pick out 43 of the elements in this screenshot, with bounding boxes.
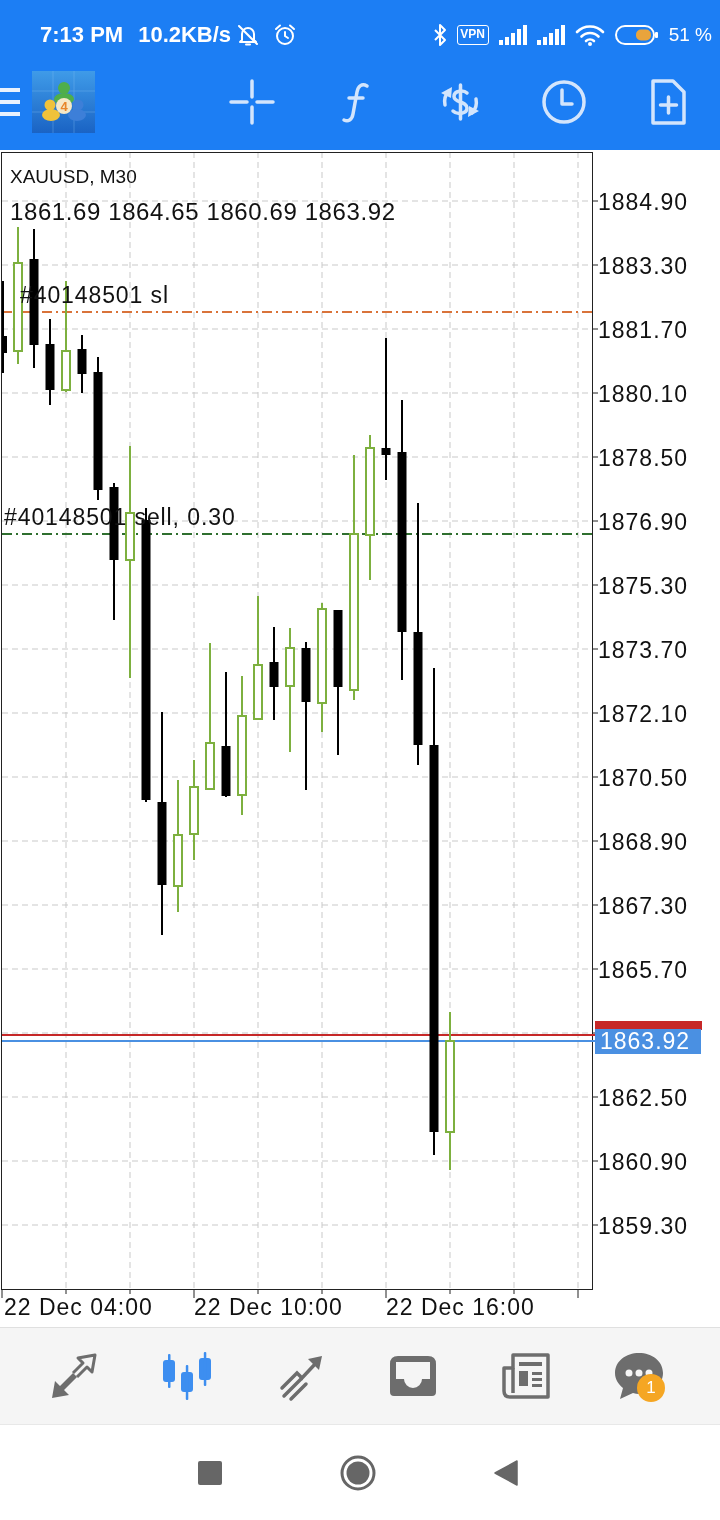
price-axis-label: 1873.70	[598, 636, 689, 663]
home-icon[interactable]	[340, 1454, 376, 1491]
bearish-candle	[77, 335, 87, 393]
alarm-clock-icon	[273, 23, 298, 47]
app-logo: 4	[32, 71, 95, 133]
battery-icon	[614, 24, 659, 46]
crosshair-icon[interactable]	[228, 78, 276, 126]
battery-percent: 51 %	[668, 24, 712, 46]
count-badge: 1	[637, 1374, 665, 1402]
clock-time: 7:13 PM	[40, 22, 124, 48]
price-axis-label: 1876.90	[598, 508, 689, 535]
muted-bell-icon	[236, 23, 261, 47]
clock-icon[interactable]	[540, 78, 588, 126]
signal-icon	[536, 25, 565, 45]
price-axis-label: 1868.90	[598, 828, 689, 855]
price-axis-label: 1867.30	[598, 892, 689, 919]
ohlc-values: 1861.69 1864.65 1860.69 1863.92	[10, 198, 396, 225]
nav-tab[interactable]: 1	[582, 1328, 695, 1424]
back-icon[interactable]	[494, 1459, 518, 1486]
price-axis-label: 1859.30	[598, 1212, 689, 1239]
recents-icon[interactable]	[198, 1460, 222, 1485]
price-axis-label: 1875.30	[598, 572, 689, 599]
price-axis-label: 1884.90	[598, 188, 689, 215]
price-axis-label: 1865.70	[598, 956, 689, 983]
vpn-badge: VPN	[456, 25, 489, 45]
signal-icon	[498, 25, 527, 45]
price-axis-label: 1881.70	[598, 316, 689, 343]
price-axis-label: 1872.10	[598, 700, 689, 727]
network-speed: 10.2KB/s	[138, 22, 232, 48]
price-axis-label: 1883.30	[598, 252, 689, 279]
price-axis-label: 1870.50	[598, 764, 689, 791]
menu-icon[interactable]	[0, 88, 20, 116]
price-axis-label: 1860.90	[598, 1148, 689, 1175]
symbol-title: XAUUSD, M30	[10, 166, 137, 187]
time-axis-label: 22 Dec 04:00	[4, 1294, 153, 1320]
wifi-icon	[574, 24, 605, 46]
bluetooth-icon	[432, 23, 447, 47]
price-axis-label: 1880.10	[598, 380, 689, 407]
price-axis-label: 1878.50	[598, 444, 689, 471]
time-axis-label: 22 Dec 16:00	[386, 1294, 535, 1320]
price-axis-label: 1862.50	[598, 1084, 689, 1111]
price-tag: 1863.92	[595, 1028, 701, 1054]
time-axis-label: 22 Dec 10:00	[194, 1294, 343, 1320]
